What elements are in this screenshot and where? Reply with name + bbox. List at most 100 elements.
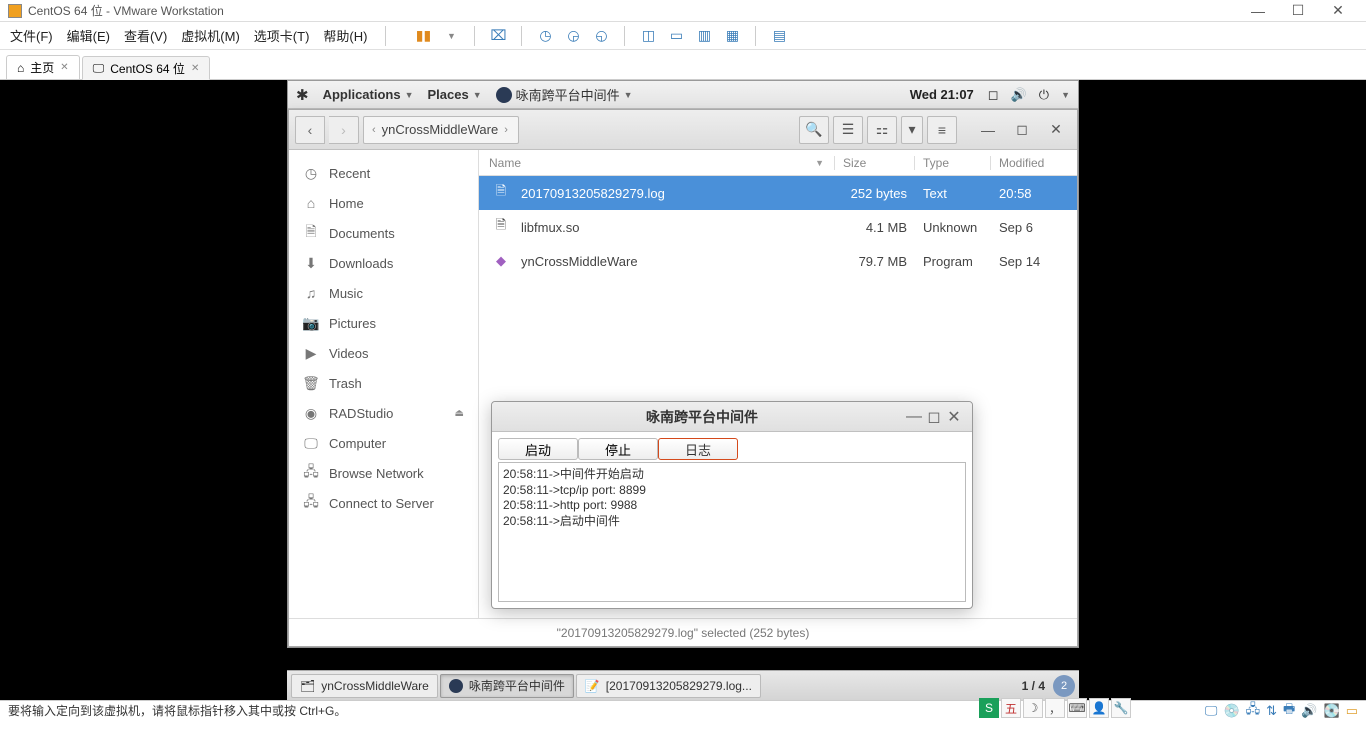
user-icon[interactable]: 👤: [1089, 698, 1109, 718]
column-headers[interactable]: Name▼ Size Type Modified: [479, 150, 1077, 176]
col-size[interactable]: Size: [835, 156, 915, 170]
sidebar-item-radstudio[interactable]: ◉RADStudio⏏: [289, 398, 478, 428]
keyboard-icon[interactable]: ⌨: [1067, 698, 1087, 718]
punct-icon[interactable]: ，: [1045, 698, 1065, 718]
moon-icon[interactable]: ☽: [1023, 698, 1043, 718]
ime-toolbar[interactable]: S 五 ☽ ， ⌨ 👤 🔧: [979, 697, 1131, 719]
tab-vm[interactable]: 🖵 CentOS 64 位 ✕: [82, 56, 211, 80]
close-button[interactable]: ✕: [1041, 116, 1071, 144]
tab-home[interactable]: ⌂ 主页 ✕: [6, 55, 80, 79]
usb-icon[interactable]: ⇅: [1266, 703, 1277, 719]
col-name[interactable]: Name: [489, 156, 521, 170]
path-segment[interactable]: ynCrossMiddleWare: [382, 122, 499, 137]
disk-icon[interactable]: 💿: [1223, 703, 1239, 719]
cdrom-icon[interactable]: 💽: [1324, 703, 1340, 719]
col-modified[interactable]: Modified: [991, 156, 1077, 170]
sidebar-item-trash[interactable]: 🗑Trash: [289, 368, 478, 398]
volume-icon[interactable]: 🔊: [1011, 87, 1027, 103]
file-row[interactable]: 🗎libfmux.so4.1 MBUnknownSep 6: [479, 210, 1077, 244]
snapshot-manage-icon[interactable]: ◵: [592, 27, 610, 45]
menu-vm[interactable]: 虚拟机(M): [181, 26, 240, 45]
document-icon: 🗎: [303, 225, 319, 241]
vm-viewport[interactable]: ✱ Applications ▼ Places ▼ 咏南跨平台中间件 ▼ Wed…: [0, 80, 1366, 700]
nav-forward-button[interactable]: ›: [329, 116, 359, 144]
maximize-button[interactable]: ◻: [1007, 116, 1037, 144]
minimize-button[interactable]: —: [1238, 3, 1278, 19]
sidebar-item-label: Connect to Server: [329, 496, 434, 511]
power-dropdown-icon[interactable]: ▼: [442, 27, 460, 45]
monitor-icon[interactable]: 🖵: [1205, 703, 1218, 719]
applications-menu[interactable]: Applications ▼: [323, 87, 414, 102]
close-icon[interactable]: ✕: [191, 63, 199, 74]
tab-log[interactable]: 日志: [658, 438, 738, 460]
ime-mode[interactable]: 五: [1001, 698, 1021, 718]
menu-tabs[interactable]: 选项卡(T): [254, 26, 310, 45]
close-button[interactable]: ✕: [944, 407, 964, 427]
clock[interactable]: Wed 21:07: [910, 87, 974, 102]
minimize-button[interactable]: —: [904, 408, 924, 426]
menu-button[interactable]: ≡: [927, 116, 957, 144]
view-list-button[interactable]: ☰: [833, 116, 863, 144]
chevron-down-icon[interactable]: ▼: [1061, 90, 1070, 100]
maximize-button[interactable]: ☐: [1278, 2, 1318, 19]
menu-help[interactable]: 帮助(H): [323, 26, 367, 45]
sidebar-item-music[interactable]: ♫Music: [289, 278, 478, 308]
send-ctrl-alt-del-icon[interactable]: ⌧: [489, 27, 507, 45]
unity-icon[interactable]: ▥: [695, 27, 713, 45]
network-icon[interactable]: 🖧: [1246, 700, 1261, 722]
snapshot-revert-icon[interactable]: ◶: [564, 27, 582, 45]
power-icon[interactable]: ⏻: [1039, 87, 1049, 103]
sidebar-item-computer[interactable]: 🖵Computer: [289, 428, 478, 458]
activities-icon[interactable]: ✱: [296, 86, 309, 104]
snapshot-take-icon[interactable]: ◷: [536, 27, 554, 45]
tab-stop[interactable]: 停止: [578, 438, 658, 460]
tab-start[interactable]: 启动: [498, 438, 578, 460]
ime-logo-icon[interactable]: S: [979, 698, 999, 718]
taskbar-item-editor[interactable]: 📝 [20170913205829279.log...: [576, 674, 761, 698]
sidebar-item-recent[interactable]: ◷Recent: [289, 158, 478, 188]
vmware-logo-icon: [8, 4, 22, 18]
sound-icon[interactable]: 🔊: [1301, 703, 1317, 719]
maximize-button[interactable]: ◻: [924, 407, 944, 427]
eject-icon[interactable]: ⏏: [455, 408, 464, 419]
menu-view[interactable]: 查看(V): [124, 26, 167, 45]
sidebar-item-downloads[interactable]: ⬇Downloads: [289, 248, 478, 278]
taskbar-item-nautilus[interactable]: 🗂 ynCrossMiddleWare: [291, 674, 438, 698]
music-icon: ♫: [303, 285, 319, 301]
message-icon[interactable]: ▭: [1346, 703, 1358, 719]
fit-icon[interactable]: ◫: [639, 27, 657, 45]
settings-icon[interactable]: 🔧: [1111, 698, 1131, 718]
nav-back-button[interactable]: ‹: [295, 116, 325, 144]
notification-badge[interactable]: 2: [1053, 675, 1075, 697]
active-app-menu[interactable]: 咏南跨平台中间件 ▼: [496, 85, 633, 104]
file-row[interactable]: 🗎20170913205829279.log252 bytesText20:58: [479, 176, 1077, 210]
path-bar[interactable]: ‹ ynCrossMiddleWare ›: [363, 116, 519, 144]
taskbar-item-app[interactable]: 咏南跨平台中间件: [440, 674, 574, 698]
sidebar-item-videos[interactable]: ▶Videos: [289, 338, 478, 368]
pause-icon[interactable]: ▮▮: [414, 27, 432, 45]
places-menu[interactable]: Places ▼: [428, 87, 482, 102]
workspace-indicator[interactable]: 1 / 4: [1016, 679, 1051, 693]
fullscreen-icon[interactable]: ▭: [667, 27, 685, 45]
accessibility-icon[interactable]: ◻: [988, 87, 999, 103]
sidebar-item-pictures[interactable]: 📷Pictures: [289, 308, 478, 338]
file-row[interactable]: ◆ynCrossMiddleWare79.7 MBProgramSep 14: [479, 244, 1077, 278]
view-dropdown-button[interactable]: ▾: [901, 116, 923, 144]
close-button[interactable]: ✕: [1318, 2, 1358, 19]
menu-edit[interactable]: 编辑(E): [67, 26, 110, 45]
printer-icon[interactable]: 🖶: [1283, 700, 1295, 722]
sidebar-item-home[interactable]: ⌂Home: [289, 188, 478, 218]
col-type[interactable]: Type: [915, 156, 991, 170]
search-button[interactable]: 🔍: [799, 116, 829, 144]
close-icon[interactable]: ✕: [60, 62, 68, 73]
menu-file[interactable]: 文件(F): [10, 26, 53, 45]
sidebar-item-connect-to-server[interactable]: 🖧Connect to Server: [289, 488, 478, 518]
tab-vm-label: CentOS 64 位: [110, 60, 185, 77]
library-icon[interactable]: ▤: [770, 27, 788, 45]
sidebar-item-browse-network[interactable]: 🖧Browse Network: [289, 458, 478, 488]
sidebar-item-documents[interactable]: 🗎Documents: [289, 218, 478, 248]
app-titlebar[interactable]: 咏南跨平台中间件 — ◻ ✕: [492, 402, 972, 432]
thumbnail-icon[interactable]: ▦: [723, 27, 741, 45]
view-grid-button[interactable]: ⚏: [867, 116, 897, 144]
minimize-button[interactable]: —: [973, 116, 1003, 144]
